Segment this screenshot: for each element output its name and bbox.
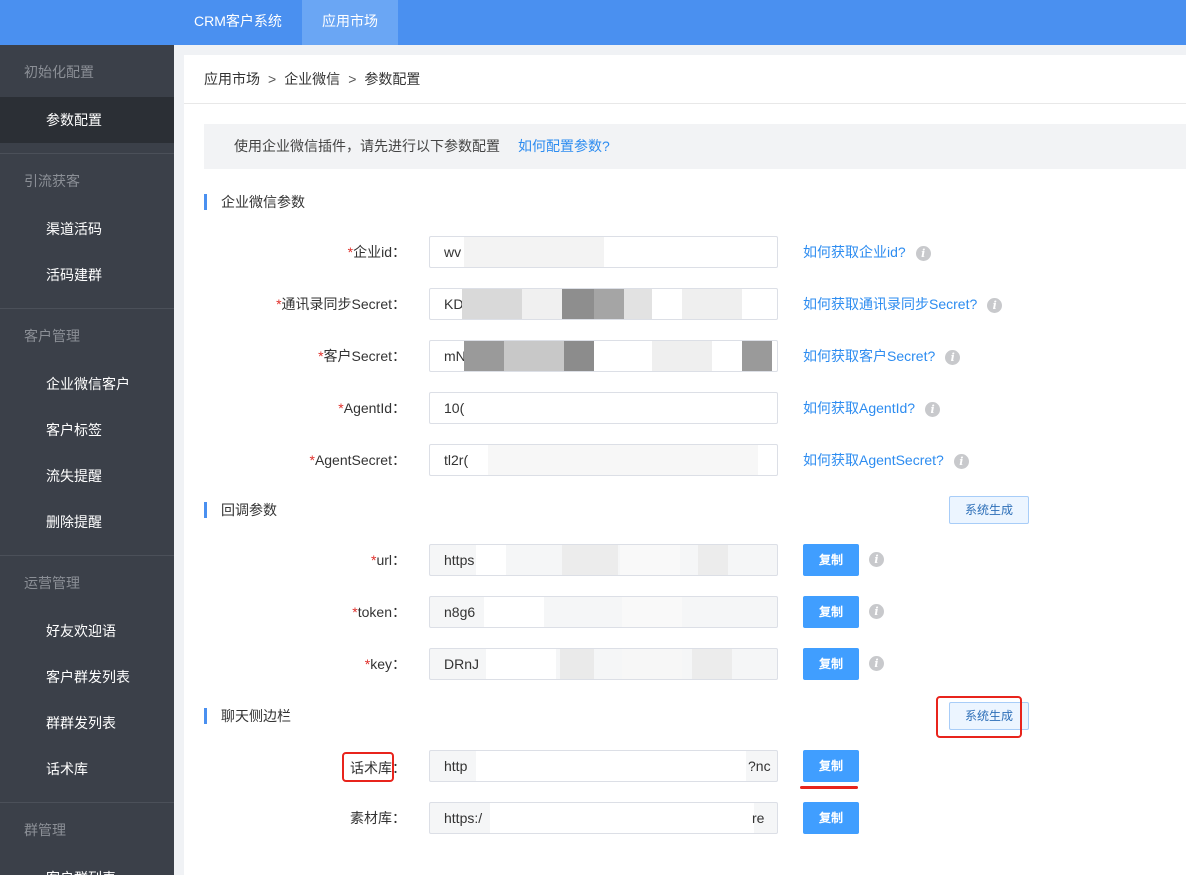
main-area: 应用市场 > 企业微信 > 参数配置 使用企业微信插件，请先进行以下参数配置 如何配置参数… — [174, 45, 1186, 875]
breadcrumb-item[interactable]: 企业微信 — [284, 71, 340, 87]
info-icon: i — [953, 453, 969, 469]
config-card: 应用市场 > 企业微信 > 参数配置 使用企业微信插件，请先进行以下参数配置 如何配置参数… — [184, 55, 1186, 875]
sidebar-item-wecom-customers[interactable]: 企业微信客户 — [0, 361, 174, 407]
copy-url-button[interactable]: 复制 — [803, 544, 859, 576]
annotation-underline — [800, 786, 858, 789]
form-label-url: *url： — [370, 552, 406, 568]
help-link-contact-secret[interactable]: 如何获取通讯录同步Secret? i — [803, 288, 1003, 320]
help-link-customer-secret[interactable]: 如何获取客户Secret? i — [803, 340, 961, 372]
sidebar-item-customer-broadcast[interactable]: 客户群发列表 — [0, 654, 174, 700]
agent-secret-field[interactable]: tl2r( — [429, 444, 778, 476]
info-icon: i — [869, 656, 884, 671]
info-icon: i — [869, 552, 884, 567]
breadcrumb-separator: > — [268, 71, 277, 87]
help-link-corp-id[interactable]: 如何获取企业id? i — [803, 236, 931, 268]
info-icon: i — [925, 401, 941, 417]
sidebar-item-churn-alert[interactable]: 流失提醒 — [0, 453, 174, 499]
sidebar-group-title: 运营管理 — [24, 575, 80, 591]
tip-text: 使用企业微信插件，请先进行以下参数配置 — [234, 138, 500, 154]
how-to-config-link[interactable]: 如何配置参数? — [518, 138, 610, 154]
section-title-callback: 回调参数 — [204, 502, 277, 518]
agent-id-field[interactable]: 10( — [429, 392, 778, 424]
sidebar-item-welcome-message[interactable]: 好友欢迎语 — [0, 608, 174, 654]
tip-bar: 使用企业微信插件，请先进行以下参数配置 如何配置参数? — [204, 124, 1186, 169]
breadcrumb-separator: > — [348, 71, 357, 87]
info-icon: i — [869, 604, 884, 619]
sidebar-group-title: 初始化配置 — [24, 64, 94, 80]
copy-script-library-button[interactable]: 复制 — [803, 750, 859, 782]
generate-callback-button[interactable]: 系统生成 — [949, 496, 1029, 524]
form-label-token: *token： — [352, 604, 406, 620]
sidebar-group-title: 客户管理 — [24, 328, 80, 344]
callback-url-field[interactable]: https — [429, 544, 778, 576]
annotation-highlight-box — [342, 752, 394, 782]
sidebar-item-script-library[interactable]: 话术库 — [0, 746, 174, 792]
form-label-customer-secret: *客户Secret： — [318, 348, 406, 364]
form-label-contact-secret: *通讯录同步Secret： — [276, 296, 406, 312]
breadcrumb-divider — [184, 103, 1186, 104]
info-icon: i — [915, 245, 931, 261]
breadcrumb: 应用市场 > 企业微信 > 参数配置 — [204, 67, 420, 91]
breadcrumb-current: 参数配置 — [364, 71, 421, 87]
form-label-material-library: 素材库： — [350, 810, 406, 826]
annotation-highlight-box — [936, 696, 1022, 738]
form-label-agent-id: *AgentId： — [338, 400, 406, 416]
form-label-corp-id: *企业id： — [347, 244, 406, 260]
sidebar-group-title: 群管理 — [24, 822, 66, 838]
info-icon: i — [945, 349, 961, 365]
sidebar-item-qrcode-group[interactable]: 活码建群 — [0, 252, 174, 298]
sidebar-item-delete-alert[interactable]: 删除提醒 — [0, 499, 174, 545]
sidebar-group-title: 引流获客 — [24, 173, 80, 189]
contact-secret-field[interactable]: KD — [429, 288, 778, 320]
help-link-agent-secret[interactable]: 如何获取AgentSecret? i — [803, 444, 969, 476]
help-link-agent-id[interactable]: 如何获取AgentId? i — [803, 392, 941, 424]
callback-token-field[interactable]: n8g6 — [429, 596, 778, 628]
script-library-url-field[interactable]: http ?nc — [429, 750, 778, 782]
copy-token-button[interactable]: 复制 — [803, 596, 859, 628]
material-library-url-field[interactable]: https:/ re — [429, 802, 778, 834]
breadcrumb-item[interactable]: 应用市场 — [204, 71, 260, 87]
sidebar: 初始化配置 参数配置 引流获客 渠道活码 活码建群 客户管理 企业微信客户 客户… — [0, 45, 174, 875]
sidebar-item-param-config[interactable]: 参数配置 — [0, 97, 174, 143]
info-icon: i — [987, 297, 1003, 313]
customer-secret-field[interactable]: mN — [429, 340, 778, 372]
sidebar-item-customer-tags[interactable]: 客户标签 — [0, 407, 174, 453]
section-title-wecom: 企业微信参数 — [204, 194, 305, 210]
form-label-agent-secret: *AgentSecret： — [309, 452, 406, 468]
section-title-chat-sidebar: 聊天侧边栏 — [204, 708, 291, 724]
copy-material-library-button[interactable]: 复制 — [803, 802, 859, 834]
top-navbar: CRM客户系统 应用市场 — [0, 0, 1186, 45]
corp-id-field[interactable]: wv — [429, 236, 778, 268]
form-label-key: *key： — [364, 656, 406, 672]
sidebar-item-group-broadcast[interactable]: 群群发列表 — [0, 700, 174, 746]
callback-key-field[interactable]: DRnJ — [429, 648, 778, 680]
tab-app-market[interactable]: 应用市场 — [302, 0, 398, 45]
tab-crm-system[interactable]: CRM客户系统 — [174, 0, 302, 45]
sidebar-item-channel-qrcode[interactable]: 渠道活码 — [0, 206, 174, 252]
sidebar-item-customer-group-list[interactable]: 客户群列表 — [0, 855, 174, 875]
copy-key-button[interactable]: 复制 — [803, 648, 859, 680]
